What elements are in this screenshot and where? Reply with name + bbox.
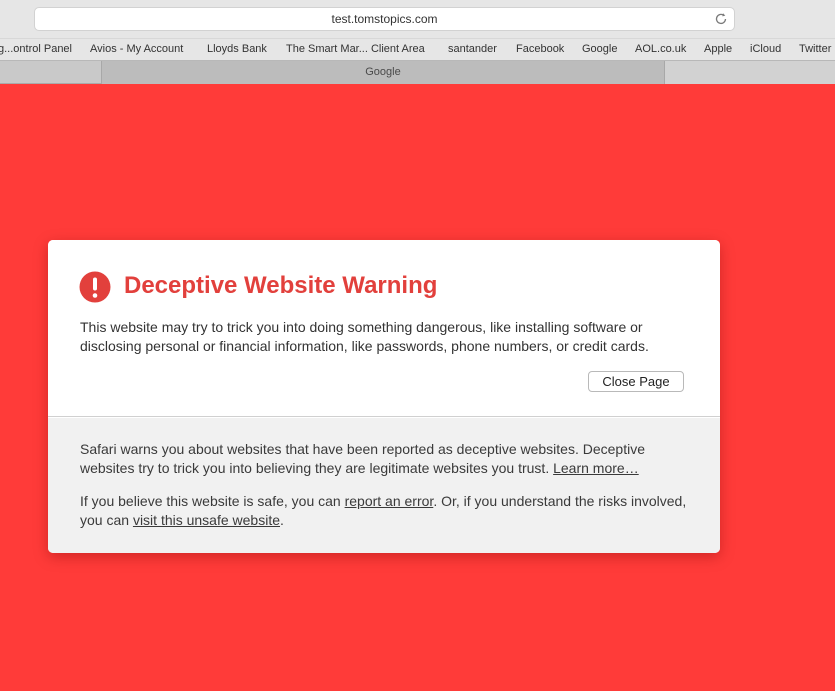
safari-info-paragraph: Safari warns you about websites that hav… — [80, 440, 690, 478]
bookmark-lloyds-bank[interactable]: Lloyds Bank — [207, 43, 267, 55]
bookmark-aol[interactable]: AOL.co.uk — [635, 43, 686, 55]
address-bar[interactable]: test.tomstopics.com — [34, 7, 735, 31]
browser-toolbar: test.tomstopics.com — [0, 0, 835, 38]
exclamation-circle-icon — [79, 271, 111, 303]
bookmark-apple[interactable]: Apple — [704, 43, 732, 55]
visit-unsafe-website-link[interactable]: visit this unsafe website — [133, 512, 280, 528]
bookmark-santander[interactable]: santander — [448, 43, 497, 55]
tab-bar-empty-area — [665, 61, 835, 84]
safe-suffix-text: . — [280, 512, 284, 528]
tab-label: Google — [365, 66, 401, 78]
tab-google[interactable]: Google — [102, 61, 665, 84]
report-error-link[interactable]: report an error — [345, 493, 434, 509]
learn-more-link[interactable]: Learn more… — [553, 460, 639, 476]
deceptive-website-warning-dialog: Deceptive Website Warning This website m… — [48, 240, 720, 553]
bookmark-twitter[interactable]: Twitter — [799, 43, 831, 55]
bookmark-control-panel[interactable]: g...ontrol Panel — [0, 43, 72, 55]
bookmark-avios[interactable]: Avios - My Account — [90, 43, 183, 55]
tab-bar: Google — [0, 60, 835, 84]
reload-icon[interactable] — [714, 12, 728, 26]
tab-previous[interactable] — [0, 61, 102, 84]
warning-title: Deceptive Website Warning — [124, 272, 438, 299]
address-text[interactable]: test.tomstopics.com — [35, 12, 734, 26]
bookmark-google[interactable]: Google — [582, 43, 617, 55]
warning-description: This website may try to trick you into d… — [80, 319, 649, 354]
safe-options-paragraph: If you believe this website is safe, you… — [80, 492, 690, 530]
warning-details-section: Safari warns you about websites that hav… — [48, 418, 720, 553]
close-page-button[interactable]: Close Page — [588, 371, 684, 392]
bookmark-icloud[interactable]: iCloud — [750, 43, 781, 55]
safe-prefix-text: If you believe this website is safe, you… — [80, 493, 341, 509]
bookmark-facebook[interactable]: Facebook — [516, 43, 564, 55]
bookmarks-bar: g...ontrol Panel Avios - My Account Lloy… — [0, 38, 835, 60]
warning-header-section: Deceptive Website Warning This website m… — [48, 240, 720, 417]
bookmark-smart-market[interactable]: The Smart Mar... Client Area — [286, 43, 425, 55]
